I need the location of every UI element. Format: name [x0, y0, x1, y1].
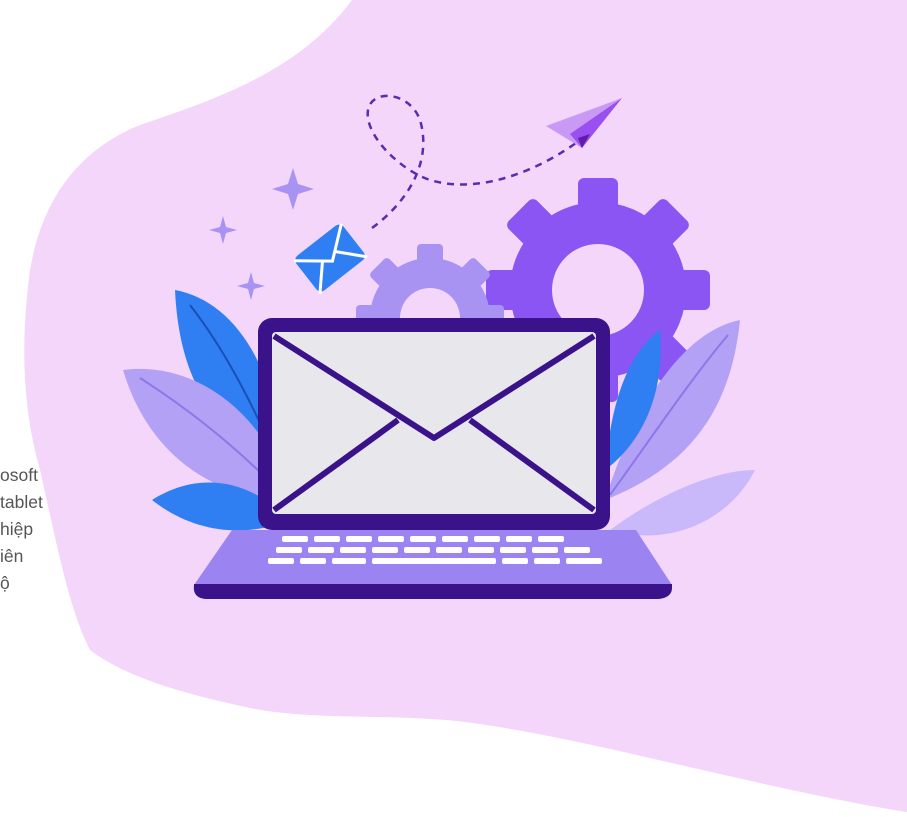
laptop-base-edge — [194, 584, 672, 599]
text-line: ộ — [0, 573, 10, 593]
text-line: osoft — [0, 465, 38, 485]
text-line: hiệp — [0, 519, 34, 539]
text-line: iên — [0, 546, 24, 566]
laptop-icon — [193, 318, 672, 599]
text-line: tablet — [0, 492, 43, 512]
email-illustration — [24, 0, 907, 812]
cropped-paragraph: osoft tablet hiệp iên ộ — [0, 462, 43, 597]
laptop-screen — [272, 332, 596, 514]
illustration-canvas: osoft tablet hiệp iên ộ — [0, 0, 907, 812]
